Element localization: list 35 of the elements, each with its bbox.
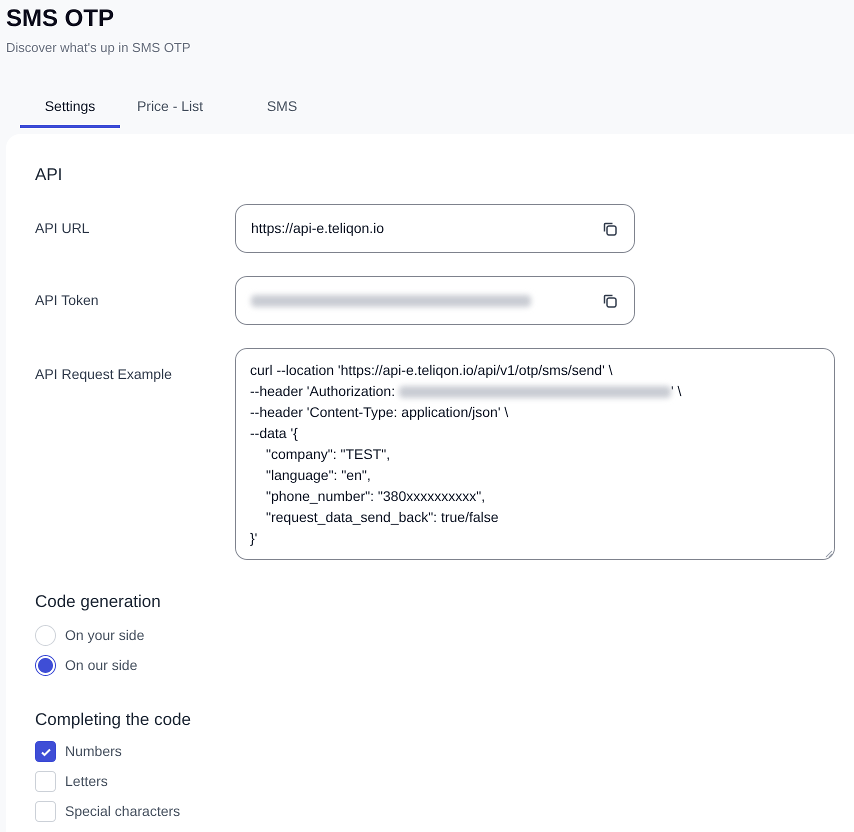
field-label: API URL <box>35 219 90 238</box>
checkbox-label: Special characters <box>65 802 180 821</box>
tab[interactable]: Price - List <box>120 96 220 128</box>
code-line: ' \ <box>670 382 682 401</box>
code-line: curl --location 'https://api-e.teliqon.io/api/v1/otp/sms/send' \ <box>250 361 614 380</box>
api-url-field[interactable]: https://api-e.teliqon.io <box>235 204 635 253</box>
code-line: "request_data_send_back": true/false <box>265 508 500 527</box>
radio-label: On your side <box>65 626 144 645</box>
page-title: SMS OTP <box>6 4 116 34</box>
page-subtitle: Discover what's up in SMS OTP <box>6 39 192 57</box>
code-line: "language": "en", <box>265 466 372 485</box>
code-line: --data '{ <box>250 424 299 443</box>
api-token-field[interactable] <box>235 276 635 325</box>
field-value: https://api-e.teliqon.io <box>251 219 384 238</box>
section-heading: Completing the code <box>35 708 192 730</box>
tab[interactable]: Settings <box>20 96 120 128</box>
radio-button[interactable] <box>35 654 56 676</box>
code-line: "company": "TEST", <box>265 445 392 464</box>
resize-handle-icon[interactable] <box>825 550 833 558</box>
code-line: }' <box>250 529 258 548</box>
code-line: --header 'Content-Type: application/json' \ <box>250 403 510 422</box>
checkbox[interactable] <box>35 741 56 762</box>
radio-label: On our side <box>65 656 138 674</box>
tab[interactable]: SMS <box>232 96 332 128</box>
field-label: API Request Example <box>35 365 173 384</box>
checkbox-label: Numbers <box>65 742 122 761</box>
checkbox-label: Letters <box>65 772 108 791</box>
code-line: --header 'Authorization: <box>250 382 396 401</box>
copy-icon[interactable] <box>602 220 618 236</box>
request-example-field[interactable] <box>235 348 835 560</box>
section-heading: API <box>35 164 64 186</box>
copy-icon[interactable] <box>602 292 618 308</box>
section-heading: Code generation <box>35 591 162 613</box>
code-line: "phone_number": "380xxxxxxxxxx", <box>265 487 486 506</box>
field-label: API Token <box>35 291 100 310</box>
